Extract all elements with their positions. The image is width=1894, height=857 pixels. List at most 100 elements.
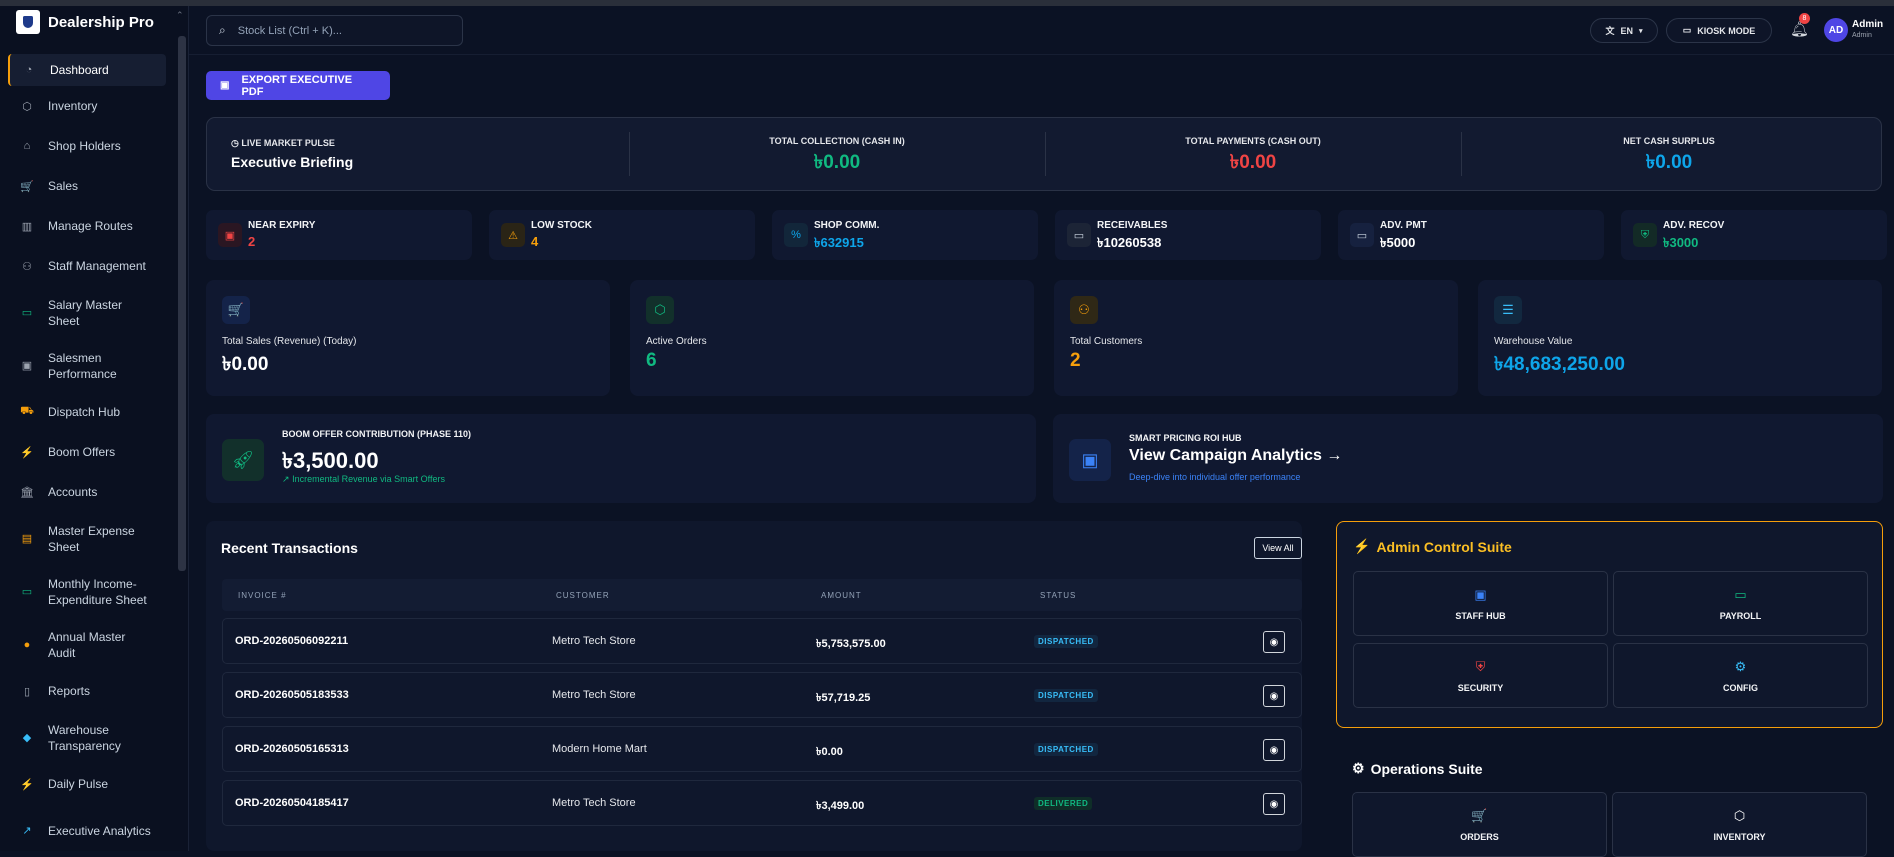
sidebar-item-salesmen-performance[interactable]: ▣ Salesmen Performance	[8, 339, 166, 392]
table-row[interactable]: ORD-20260506092211 Metro Tech Store ৳5,753…	[222, 618, 1302, 664]
database-icon: ☰	[1494, 296, 1522, 324]
sidebar-item-executive-analytics[interactable]: ↗ Executive Analytics	[8, 804, 166, 857]
sidebar-item-monthly-income-expenditure-sheet[interactable]: ▭ Monthly Income-Expenditure Sheet	[8, 565, 166, 618]
mini-label: NEAR EXPIRY	[248, 220, 316, 231]
suite-tile-security[interactable]: ⛨ SECURITY	[1353, 643, 1608, 708]
translate-icon: 文	[1605, 26, 1615, 36]
view-all-button[interactable]: View All	[1254, 537, 1302, 559]
sidebar-item-sales[interactable]: 🛒 Sales	[8, 166, 166, 206]
sidebar-scrollbar[interactable]	[178, 36, 186, 571]
rocket-icon: 🚀︎	[222, 439, 264, 481]
kpi-card[interactable]: 🛒 Total Sales (Revenue) (Today) ৳0.00	[206, 280, 610, 396]
lightbulb-icon: ●	[23, 638, 31, 651]
search-input[interactable]: ⌕ Stock List (Ctrl + K)...	[206, 15, 463, 46]
mini-stat-card[interactable]: ⚠ LOW STOCK 4	[489, 210, 755, 260]
mini-label: LOW STOCK	[531, 220, 592, 231]
calendar-icon: ▣	[218, 223, 242, 247]
eye-icon[interactable]: ◉	[1263, 739, 1285, 761]
sidebar-item-master-expense-sheet[interactable]: ▤ Master Expense Sheet	[8, 512, 166, 565]
table-row[interactable]: ORD-20260505165313 Modern Home Mart ৳0.00 D…	[222, 726, 1302, 772]
eye-icon[interactable]: ◉	[1263, 793, 1285, 815]
suite-tile-staff-hub[interactable]: ▣ STAFF HUB	[1353, 571, 1608, 636]
kiosk-mode-button[interactable]: ▭ KIOSK MODE	[1666, 18, 1772, 43]
suite-tile-orders[interactable]: 🛒 ORDERS	[1352, 792, 1607, 857]
roi-hub-card[interactable]: ▣ SMART PRICING ROI HUB View Campaign An…	[1053, 414, 1883, 503]
eye-icon[interactable]: ◉	[1263, 631, 1285, 653]
table-row[interactable]: ORD-20260505183533 Metro Tech Store ৳57,71…	[222, 672, 1302, 718]
sidebar-item-label: Inventory	[48, 99, 98, 113]
mini-stat-card[interactable]: ▭ ADV. PMT ৳5000	[1338, 210, 1604, 260]
export-pdf-button[interactable]: ▣ EXPORT EXECUTIVE PDF	[206, 71, 390, 100]
sidebar-item-salary-master-sheet[interactable]: ▭ Salary Master Sheet	[8, 286, 166, 339]
sidebar-item-shop-holders[interactable]: ⌂ Shop Holders	[8, 126, 166, 166]
notification-badge: 8	[1799, 13, 1810, 24]
mini-label: SHOP COMM.	[814, 220, 880, 231]
column-header: AMOUNT	[821, 591, 862, 600]
language-selector[interactable]: 文 EN ▾	[1590, 18, 1658, 43]
kpi-label: Total Sales (Revenue) (Today)	[222, 336, 357, 347]
status-badge: DISPATCHED	[1034, 743, 1098, 756]
bolt-icon: ⚡	[1353, 538, 1371, 554]
shield-icon: ⛨	[1633, 223, 1657, 247]
table-row[interactable]: ORD-20260504185417 Metro Tech Store ৳3,499…	[222, 780, 1302, 826]
mini-value: 4	[531, 234, 539, 249]
sidebar-item-reports[interactable]: ▯ Reports	[8, 671, 166, 711]
recent-transactions-panel: Recent Transactions View All INVOICE # C…	[206, 521, 1302, 851]
kpi-card[interactable]: ⬡ Active Orders 6	[630, 280, 1034, 396]
map-icon: ▥	[21, 220, 33, 233]
sidebar-item-boom-offers[interactable]: ⚡ Boom Offers	[8, 432, 166, 472]
mini-label: ADV. PMT	[1380, 220, 1427, 231]
mini-stat-card[interactable]: ⛨ ADV. RECOV ৳3000	[1621, 210, 1887, 260]
sidebar-item-inventory[interactable]: ⬡ Inventory	[8, 86, 166, 126]
tile-label: PAYROLL	[1719, 610, 1762, 621]
eye-icon[interactable]: ◉	[1263, 685, 1285, 707]
sidebar-item-label: Dispatch Hub	[48, 405, 121, 419]
sidebar-item-staff-management[interactable]: ⚇ Staff Management	[8, 246, 166, 286]
sidebar-item-annual-master-audit[interactable]: ● Annual Master Audit	[8, 618, 166, 671]
sidebar-item-label: Shop Holders	[48, 139, 121, 153]
kpi-card[interactable]: ⚇ Total Customers 2	[1054, 280, 1458, 396]
sidebar-item-label: Daily Pulse	[48, 777, 109, 791]
sidebar-item-label: Salary Master Sheet	[48, 297, 123, 328]
box-icon: ⬡	[646, 296, 674, 324]
kpi-label: Warehouse Value	[1494, 336, 1573, 347]
suite-tile-payroll[interactable]: ▭ PAYROLL	[1613, 571, 1868, 636]
sidebar-item-manage-routes[interactable]: ▥ Manage Routes	[8, 206, 166, 246]
export-label: EXPORT EXECUTIVE PDF	[241, 73, 353, 98]
kpi-card[interactable]: ☰ Warehouse Value ৳48,683,250.00	[1478, 280, 1882, 396]
mini-stat-card[interactable]: ▭ RECEIVABLES ৳10260538	[1055, 210, 1321, 260]
avatar[interactable]: AD	[1824, 18, 1848, 42]
suite-tile-inventory[interactable]: ⬡ INVENTORY	[1612, 792, 1867, 857]
tile-label: STAFF HUB	[1455, 610, 1506, 621]
customer-name: Metro Tech Store	[552, 689, 636, 701]
status-badge: DISPATCHED	[1034, 689, 1098, 702]
user-role: Admin	[1852, 32, 1872, 39]
sidebar-item-label: Manage Routes	[48, 219, 133, 233]
kpi-label: Active Orders	[646, 336, 707, 347]
wallet-icon: ▭	[1067, 223, 1091, 247]
mini-stat-card[interactable]: % SHOP COMM. ৳632915	[772, 210, 1038, 260]
sidebar-item-label: Warehouse Transparency	[48, 722, 121, 753]
kpi-value: 6	[646, 350, 657, 371]
sidebar-item-label: Sales	[48, 179, 79, 193]
sidebar-item-accounts[interactable]: 🏛 Accounts	[8, 472, 166, 512]
money-icon: ▭	[21, 586, 33, 598]
gear-icon: ⚙	[1352, 760, 1365, 776]
sidebar-item-dispatch-hub[interactable]: ⛟ Dispatch Hub	[8, 392, 166, 432]
table-header: INVOICE # CUSTOMER AMOUNT STATUS	[222, 579, 1302, 611]
chip-icon: ▣	[1069, 439, 1111, 481]
mini-value: ৳3000	[1663, 235, 1699, 250]
id-card-icon: ▣	[1474, 586, 1487, 602]
amount: ৳0.00	[816, 746, 843, 758]
trend-icon: ↗	[282, 474, 290, 484]
sidebar-item-daily-pulse[interactable]: ⚡ Daily Pulse	[8, 764, 166, 804]
sidebar-item-warehouse-transparency[interactable]: ◆ Warehouse Transparency	[8, 711, 166, 764]
boom-offer-card[interactable]: 🚀︎ BOOM OFFER CONTRIBUTION (PHASE 110) ৳…	[206, 414, 1036, 503]
collapse-icon[interactable]: ⌃	[176, 10, 184, 21]
mini-stat-card[interactable]: ▣ NEAR EXPIRY 2	[206, 210, 472, 260]
suite-tile-config[interactable]: ⚙ CONFIG	[1613, 643, 1868, 708]
sidebar-item-dashboard[interactable]: ◔ Dashboard	[8, 54, 166, 86]
brand[interactable]: Dealership Pro	[16, 10, 154, 34]
mini-value: ৳10260538	[1097, 235, 1162, 250]
warning-icon: ⚠	[501, 223, 525, 247]
